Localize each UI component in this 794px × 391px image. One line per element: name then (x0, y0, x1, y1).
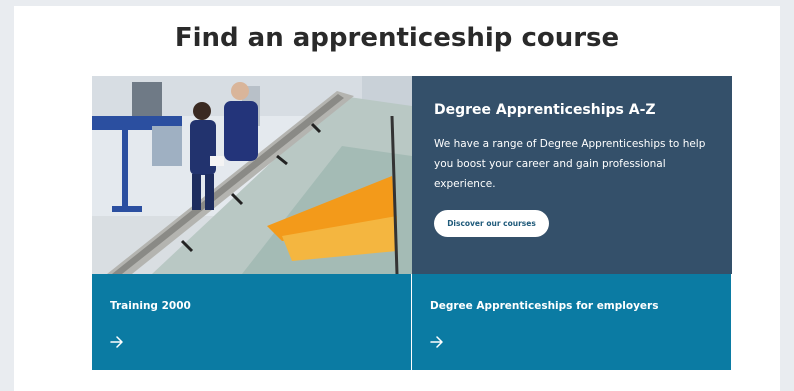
page-heading: Find an apprenticeship course (174, 23, 620, 53)
featured-panel: Degree Apprenticeships A-Z We have a ran… (412, 76, 732, 274)
arrow-right-icon (110, 336, 123, 348)
discover-courses-button[interactable]: Discover our courses (434, 210, 549, 237)
featured-title: Degree Apprenticeships A-Z (434, 102, 656, 118)
page-container: Find an apprenticeship course Degree App… (14, 6, 780, 391)
card-title: Training 2000 (110, 300, 191, 312)
training-2000-card[interactable]: Training 2000 (92, 274, 411, 370)
course-photo (92, 76, 412, 274)
arrow-right-icon (430, 336, 443, 348)
lab-illustration (92, 76, 412, 274)
employers-card[interactable]: Degree Apprenticeships for employers (412, 274, 731, 370)
card-title: Degree Apprenticeships for employers (430, 300, 659, 312)
featured-description: We have a range of Degree Apprenticeship… (434, 138, 706, 190)
